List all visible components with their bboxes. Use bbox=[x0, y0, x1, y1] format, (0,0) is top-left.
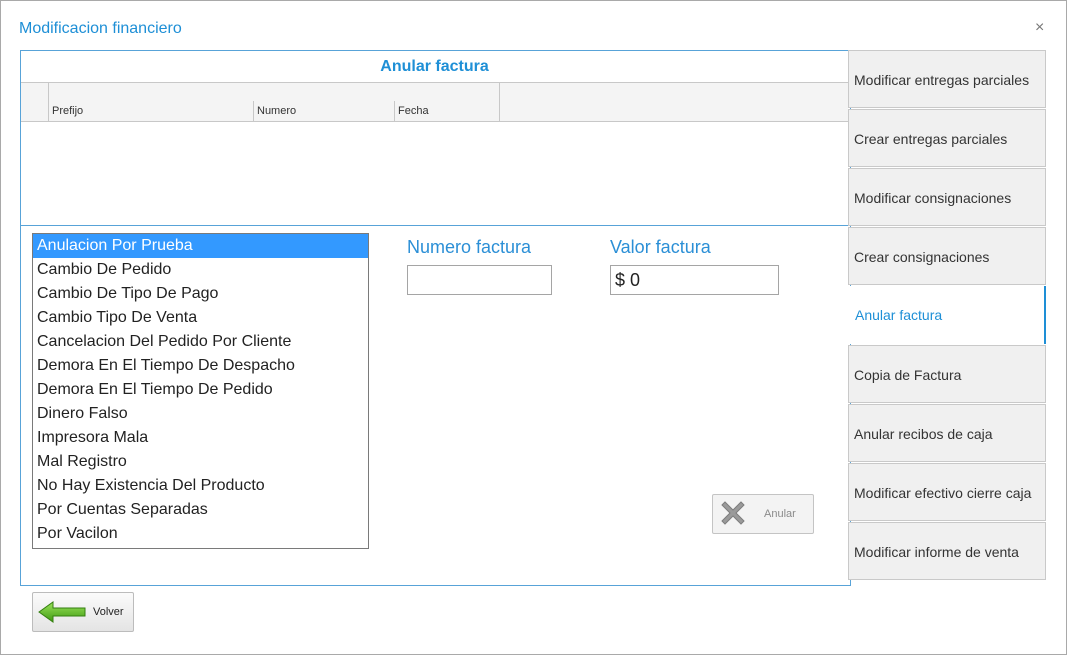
reason-item[interactable]: Cambio Tipo De Venta bbox=[33, 306, 368, 330]
tab-anular-recibos-de-caja[interactable]: Anular recibos de caja bbox=[848, 404, 1046, 462]
tab-crear-consignaciones[interactable]: Crear consignaciones bbox=[848, 227, 1046, 285]
tab-modificar-efectivo-cierre-caja[interactable]: Modificar efectivo cierre caja bbox=[848, 463, 1046, 521]
reason-item[interactable]: Cancelacion Del Pedido Por Cliente bbox=[33, 330, 368, 354]
valor-factura-input[interactable]: $ 0 bbox=[610, 265, 779, 295]
reason-item[interactable]: Demora En El Tiempo De Pedido bbox=[33, 378, 368, 402]
numero-factura-input[interactable] bbox=[407, 265, 552, 295]
valor-factura-label: Valor factura bbox=[610, 237, 711, 257]
tab-anular-factura[interactable]: Anular factura bbox=[848, 286, 1046, 344]
reason-item[interactable]: Cambio De Pedido bbox=[33, 258, 368, 282]
window-title: Modificacion financiero bbox=[19, 20, 182, 37]
column-numero[interactable]: Numero bbox=[254, 101, 395, 121]
reason-item[interactable]: Demora En El Tiempo De Despacho bbox=[33, 354, 368, 378]
close-icon[interactable]: × bbox=[1035, 19, 1044, 37]
column-prefijo[interactable]: Prefijo bbox=[49, 101, 254, 121]
grid-corner-cell bbox=[21, 83, 49, 101]
volver-button-label: Volver bbox=[93, 606, 124, 618]
tab-modificar-entregas-parciales[interactable]: Modificar entregas parciales bbox=[848, 50, 1046, 108]
column-fecha[interactable]: Fecha bbox=[395, 101, 500, 121]
back-arrow-icon bbox=[38, 601, 86, 623]
tab-copia-de-factura[interactable]: Copia de Factura bbox=[848, 345, 1046, 403]
reason-item[interactable]: Por Cuentas Separadas bbox=[33, 498, 368, 522]
anular-button[interactable]: Anular bbox=[712, 494, 814, 534]
tab-crear-entregas-parciales[interactable]: Crear entregas parciales bbox=[848, 109, 1046, 167]
reason-item[interactable]: Por Vacilon bbox=[33, 522, 368, 546]
invoice-grid: Anular factura Prefijo Numero Fecha bbox=[21, 51, 848, 226]
cancel-x-icon bbox=[721, 501, 745, 525]
grid-column-header: Prefijo Numero Fecha bbox=[21, 101, 848, 122]
numero-factura-label: Numero factura bbox=[407, 237, 532, 257]
grid-row-header-cell bbox=[21, 101, 49, 121]
anular-button-label: Anular bbox=[764, 508, 796, 520]
reason-listbox[interactable]: Anulacion Por Prueba Cambio De Pedido Camb… bbox=[32, 233, 369, 549]
reason-item[interactable]: Anulacion Por Prueba bbox=[33, 234, 368, 258]
reason-item[interactable]: No Hay Existencia Del Producto bbox=[33, 474, 368, 498]
grid-title: Anular factura bbox=[380, 58, 489, 75]
tab-modificar-consignaciones[interactable]: Modificar consignaciones bbox=[848, 168, 1046, 226]
reason-item[interactable]: Impresora Mala bbox=[33, 426, 368, 450]
reason-item[interactable]: Dinero Falso bbox=[33, 402, 368, 426]
grid-header-band bbox=[21, 82, 848, 102]
grid-group-cell bbox=[49, 83, 500, 101]
tab-modificar-informe-de-venta[interactable]: Modificar informe de venta bbox=[848, 522, 1046, 580]
volver-button[interactable]: Volver bbox=[32, 592, 134, 632]
reason-item[interactable]: Mal Registro bbox=[33, 450, 368, 474]
main-panel: Anular factura Prefijo Numero Fecha Anul… bbox=[20, 50, 851, 586]
reason-item[interactable]: Cambio De Tipo De Pago bbox=[33, 282, 368, 306]
